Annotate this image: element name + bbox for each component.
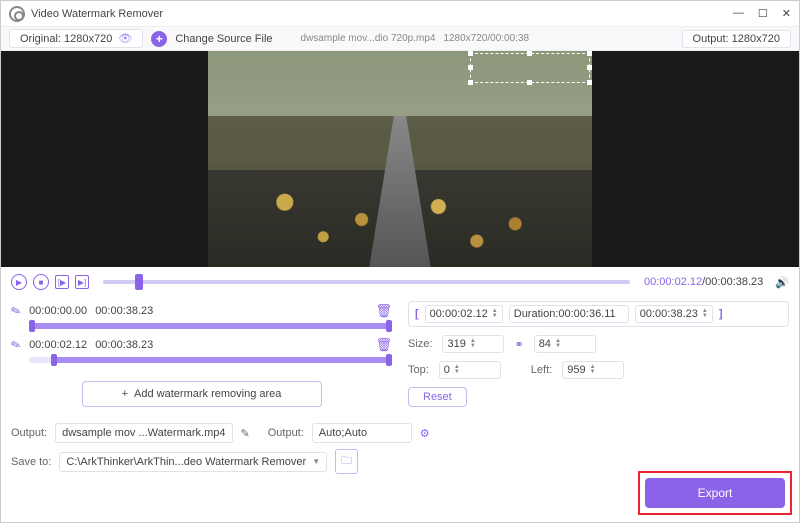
maximize-button[interactable]: ☐ [758,7,768,20]
titlebar: Video Watermark Remover — ☐ ✕ [1,1,799,27]
segment-row[interactable]: ✎ 00:00:02.12 00:00:38.23 🗑 [11,335,392,355]
output-format-input[interactable]: Auto;Auto [312,423,412,443]
segment-end: 00:00:38.23 [95,305,153,317]
source-meta: 1280x720/00:00:38 [443,33,529,44]
segment-start: 00:00:00.00 [29,305,87,317]
export-button[interactable]: Export [645,478,785,508]
chevron-down-icon: ▼ [312,457,320,466]
save-to-dropdown[interactable]: C:\ArkThinker\ArkThin...deo Watermark Re… [59,452,327,472]
delete-segment-icon[interactable]: 🗑 [375,303,392,319]
left-label: Left: [531,364,552,376]
segment-start: 00:00:02.12 [29,339,87,351]
reset-button[interactable]: Reset [408,387,467,407]
selection-box[interactable] [470,53,590,83]
output-panel: Output: dwsample mov ...Watermark.mp4 ✎ … [1,419,799,478]
output-format-label: Output: [268,427,304,439]
save-path: C:\ArkThinker\ArkThin...deo Watermark Re… [66,456,306,468]
output-filename-input[interactable]: dwsample mov ...Watermark.mp4 [55,423,232,443]
minimize-button[interactable]: — [733,7,744,20]
segments-panel: ✎ 00:00:00.00 00:00:38.23 🗑 ✎ 00:00:02.1… [11,301,392,415]
size-label: Size: [408,338,432,350]
pin-icon: ✎ [9,303,23,320]
set-start-button[interactable]: [▶ [55,275,69,289]
add-area-label: Add watermark removing area [134,388,281,400]
bracket-left-icon[interactable]: [ [415,308,419,320]
segment-track[interactable] [29,323,392,329]
delete-segment-icon[interactable]: 🗑 [375,337,392,353]
range-duration[interactable]: Duration:00:00:36.11 [509,305,629,323]
segment-row[interactable]: ✎ 00:00:00.00 00:00:38.23 🗑 [11,301,392,321]
open-folder-icon[interactable]: 🗀 [335,449,358,474]
play-button[interactable]: ▶ [11,274,27,290]
segment-track[interactable] [29,357,392,363]
video-frame [208,51,592,267]
app-title: Video Watermark Remover [31,8,163,20]
change-source-button[interactable]: Change Source File [175,33,272,45]
settings-icon[interactable]: ⚙ [420,427,430,440]
width-input[interactable]: 319▲▼ [442,335,504,353]
eye-icon[interactable]: 👁 [118,32,132,45]
playback-controls: ▶ ■ [▶ ▶] 00:00:02.12/00:00:38.23 🔊 [1,267,799,297]
output-dimensions: Output: 1280x720 [682,30,791,48]
save-to-label: Save to: [11,456,51,468]
output-label: Output: 1280x720 [693,33,780,45]
range-end-input[interactable]: 00:00:38.23▲▼ [635,305,713,323]
app-logo-icon [9,6,25,22]
stop-button[interactable]: ■ [33,274,49,290]
original-dimensions: Original: 1280x720 👁 [9,29,143,48]
top-label: Top: [408,364,429,376]
left-input[interactable]: 959▲▼ [562,361,624,379]
current-time: 00:00:02.12 [644,276,702,288]
video-preview[interactable] [1,51,799,267]
timeline[interactable] [103,275,630,289]
segment-end: 00:00:38.23 [95,339,153,351]
export-highlight: Export [638,471,792,515]
link-icon[interactable]: ⚭ [514,338,523,351]
height-input[interactable]: 84▲▼ [534,335,596,353]
total-time: 00:00:38.23 [705,276,763,288]
add-removing-area-button[interactable]: + Add watermark removing area [82,381,322,407]
add-source-icon[interactable]: + [151,31,167,47]
plus-icon: + [122,388,128,400]
top-input[interactable]: 0▲▼ [439,361,501,379]
edit-name-icon[interactable]: ✎ [241,427,250,440]
time-range-box: [ 00:00:02.12▲▼ Duration:00:00:36.11 00:… [408,301,789,327]
set-end-button[interactable]: ▶] [75,275,89,289]
time-readout: 00:00:02.12/00:00:38.23 [644,276,763,288]
source-filename: dwsample mov...dio 720p.mp4 [301,33,436,44]
toolbar: Original: 1280x720 👁 + Change Source Fil… [1,27,799,51]
volume-icon[interactable]: 🔊 [775,276,789,289]
original-label: Original: 1280x720 [20,33,112,45]
bracket-right-icon[interactable]: ] [719,308,723,320]
output-filename-label: Output: [11,427,47,439]
properties-panel: [ 00:00:02.12▲▼ Duration:00:00:36.11 00:… [408,301,789,415]
pin-icon: ✎ [9,337,23,354]
range-start-input[interactable]: 00:00:02.12▲▼ [425,305,503,323]
close-button[interactable]: ✕ [782,7,791,20]
